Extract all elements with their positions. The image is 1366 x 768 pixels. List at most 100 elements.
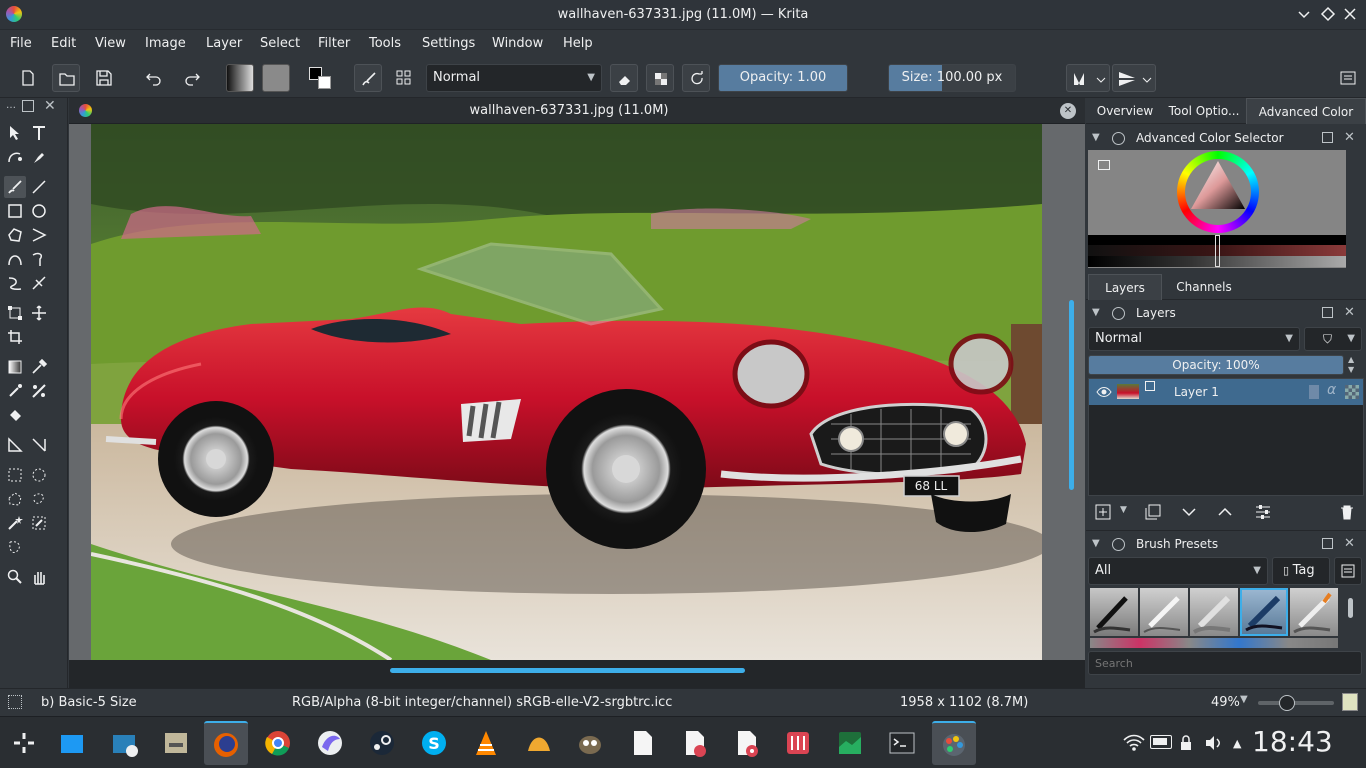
desktop-folder-icon[interactable] [50,721,94,765]
rectangle-tool-icon[interactable] [4,200,26,222]
volume-icon[interactable] [1204,735,1222,751]
inherit-alpha-icon[interactable] [1345,385,1359,399]
brush-preset-pencil[interactable] [1140,588,1188,636]
fg-bg-color-swatch[interactable] [306,64,334,92]
polygon-tool-icon[interactable] [4,224,26,246]
brush-settings-icon[interactable] [390,64,418,92]
battery-icon[interactable] [1150,735,1172,749]
system-tray-expand-icon[interactable]: ▲ [1233,737,1241,750]
color-sampler-tool-icon[interactable] [28,356,50,378]
workspace-chooser-icon[interactable] [1334,64,1362,92]
brush-search-input[interactable] [1088,651,1362,675]
bezier-tool-icon[interactable] [4,248,26,270]
lock-icon[interactable] [1180,735,1192,751]
menu-file[interactable]: File [10,30,32,58]
close-window-icon[interactable] [1342,6,1358,22]
tag-button[interactable]: ▯ Tag [1272,557,1330,585]
redo-button[interactable] [178,64,206,92]
freehand-path-tool-icon[interactable] [28,248,50,270]
brush-preset-row-2[interactable] [1090,638,1338,648]
close-panel-icon[interactable]: ✕ [1344,125,1355,151]
measure-tool-icon[interactable] [28,434,50,456]
add-layer-icon[interactable] [1094,503,1112,521]
layer-row[interactable]: Layer 1 α [1089,379,1363,405]
menu-filter[interactable]: Filter [318,30,350,58]
pan-tool-icon[interactable] [28,566,50,588]
open-document-button[interactable] [52,64,80,92]
horizontal-scrollbar-thumb[interactable] [390,668,745,673]
close-panel-icon[interactable]: ✕ [44,98,56,114]
alpha-lock-icon[interactable]: α [1327,382,1336,398]
gradient-tool-icon[interactable] [4,356,26,378]
float-panel-icon[interactable] [1322,538,1333,549]
freehand-brush-tool-icon[interactable] [4,176,26,198]
menu-window[interactable]: Window [492,30,543,58]
menu-help[interactable]: Help [563,30,593,58]
close-panel-icon[interactable]: ✕ [1344,531,1355,557]
bezier-select-tool-icon[interactable] [4,536,26,558]
ellipse-tool-icon[interactable] [28,200,50,222]
wifi-icon[interactable] [1122,733,1146,753]
menu-settings[interactable]: Settings [422,30,475,58]
menu-layer[interactable]: Layer [206,30,242,58]
freehand-select-tool-icon[interactable] [28,488,50,510]
float-panel-icon[interactable] [1322,132,1333,143]
selection-status-icon[interactable] [8,695,22,709]
vlc-icon[interactable] [464,721,508,765]
tab-layers[interactable]: Layers [1088,274,1162,300]
move-layer-down-icon[interactable] [1180,503,1198,521]
multibrush-tool-icon[interactable] [28,272,50,294]
smart-patch-tool-icon[interactable] [4,380,26,402]
image-viewer-icon[interactable] [724,721,768,765]
layer-opacity-slider[interactable]: Opacity: 100% [1088,355,1344,375]
save-button[interactable] [90,64,118,92]
pattern-selector[interactable] [262,64,290,92]
contiguous-select-tool-icon[interactable] [4,512,26,534]
brush-size-slider[interactable]: Size: 100.00 px [888,64,1016,92]
maximize-icon[interactable] [1320,6,1336,22]
edit-shapes-tool-icon[interactable] [4,146,26,168]
blend-mode-dropdown[interactable]: Normal ▼ [426,64,602,92]
layer-properties-icon[interactable] [1254,503,1272,521]
close-document-icon[interactable]: ✕ [1060,103,1076,119]
polygon-select-tool-icon[interactable] [4,488,26,510]
system-monitor-icon[interactable] [828,721,872,765]
undo-button[interactable] [140,64,168,92]
mirror-horizontal-button[interactable] [1066,64,1110,92]
tab-tool-options[interactable]: Tool Optio... [1164,98,1244,124]
brush-tag-filter-dropdown[interactable]: All ▼ [1088,557,1268,585]
line-tool-icon[interactable] [28,176,50,198]
opacity-slider[interactable]: Opacity: 1.00 [718,64,848,92]
reload-preset-button[interactable] [682,64,710,92]
layer-lock-icon[interactable] [1309,385,1319,399]
brush-preset-paint[interactable] [1290,588,1338,636]
screenshot-app-icon[interactable] [102,721,146,765]
document-tab[interactable]: wallhaven-637331.jpg (11.0M) ✕ [69,98,1085,124]
collapse-arrow-icon[interactable]: ▼ [1092,300,1100,326]
gimp-icon[interactable] [568,721,612,765]
collapse-arrow-icon[interactable]: ▼ [1092,125,1100,151]
fill-tool-icon[interactable] [4,404,26,426]
menu-image[interactable]: Image [145,30,186,58]
menu-view[interactable]: View [95,30,126,58]
zoom-slider[interactable] [1258,695,1334,711]
toolbox-menu-icon[interactable]: … [6,100,16,111]
similar-select-tool-icon[interactable] [28,512,50,534]
collapse-arrow-icon[interactable]: ▼ [1092,531,1100,557]
zoom-level[interactable]: 49% [1211,689,1240,716]
document-viewer-icon[interactable] [620,721,664,765]
patterned-tool-icon[interactable] [28,380,50,402]
mirror-vertical-button[interactable] [1112,64,1156,92]
add-layer-chevron-icon[interactable]: ▼ [1120,505,1127,515]
minimize-icon[interactable] [1296,6,1312,22]
color-selector-menu-icon[interactable] [1098,160,1110,170]
gradient-selector[interactable] [226,64,254,92]
falkon-browser-icon[interactable] [308,721,352,765]
brush-presets-menu-icon[interactable] [1334,557,1362,585]
brush-preset-airbrush[interactable] [1190,588,1238,636]
text-tool-icon[interactable] [28,122,50,144]
zoom-chevron-icon[interactable]: ▼ [1240,694,1248,705]
brush-presets-scrollbar[interactable] [1348,598,1353,618]
window-titlebar[interactable]: wallhaven-637331.jpg (11.0M) — Krita [0,0,1366,30]
select-shapes-tool-icon[interactable] [4,122,26,144]
